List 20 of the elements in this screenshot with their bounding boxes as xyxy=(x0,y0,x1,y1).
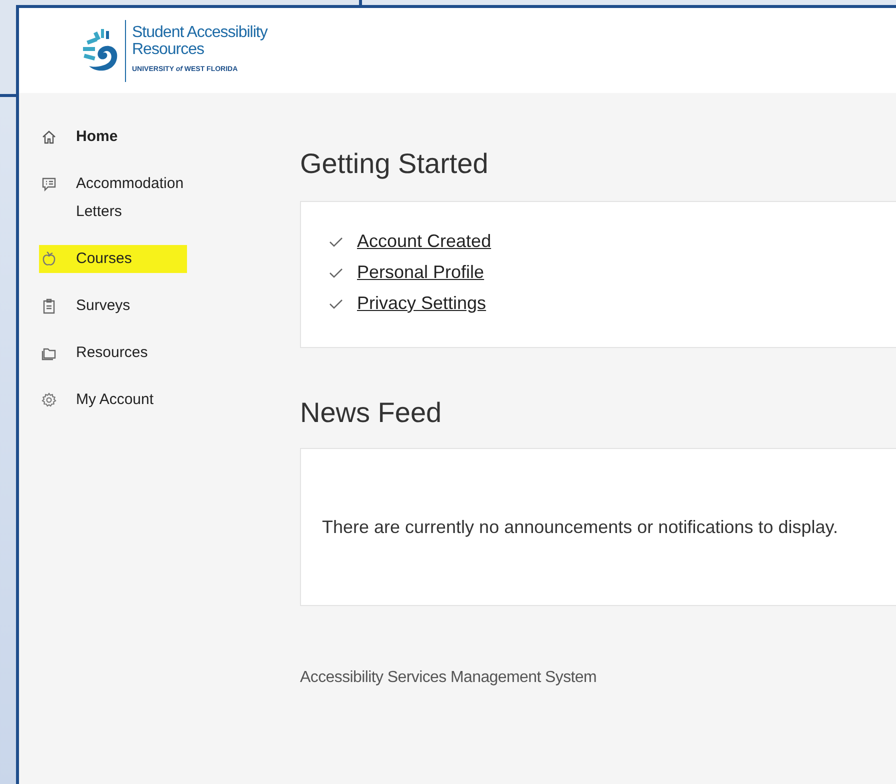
footer-text: Accessibility Services Management System xyxy=(300,668,598,688)
step-link[interactable]: Privacy Settings xyxy=(357,290,486,317)
apple-icon xyxy=(41,251,57,267)
nav-item[interactable]: Resources xyxy=(39,339,187,367)
logo-title: Student Accessibility xyxy=(132,24,268,40)
settings-icon xyxy=(41,392,57,408)
step-link[interactable]: Account Created xyxy=(357,228,492,255)
nav-item[interactable]: Home xyxy=(39,123,187,151)
nav-item[interactable]: My Account xyxy=(39,386,187,414)
nav-item[interactable]: Accommodation Letters xyxy=(39,170,187,226)
section-heading: News Feed xyxy=(300,396,443,430)
home-icon xyxy=(41,129,57,145)
nav-item[interactable]: Surveys xyxy=(39,292,187,320)
section-heading: Getting Started xyxy=(300,147,490,181)
empty-message: There are currently no announcements or notifications to display. xyxy=(322,516,838,539)
clipboard-icon xyxy=(41,298,57,314)
step-link[interactable]: Personal Profile xyxy=(357,259,484,286)
nav-item[interactable]: Courses xyxy=(39,245,187,273)
message-list-icon xyxy=(41,176,57,192)
logo-title: Resources xyxy=(132,40,205,58)
